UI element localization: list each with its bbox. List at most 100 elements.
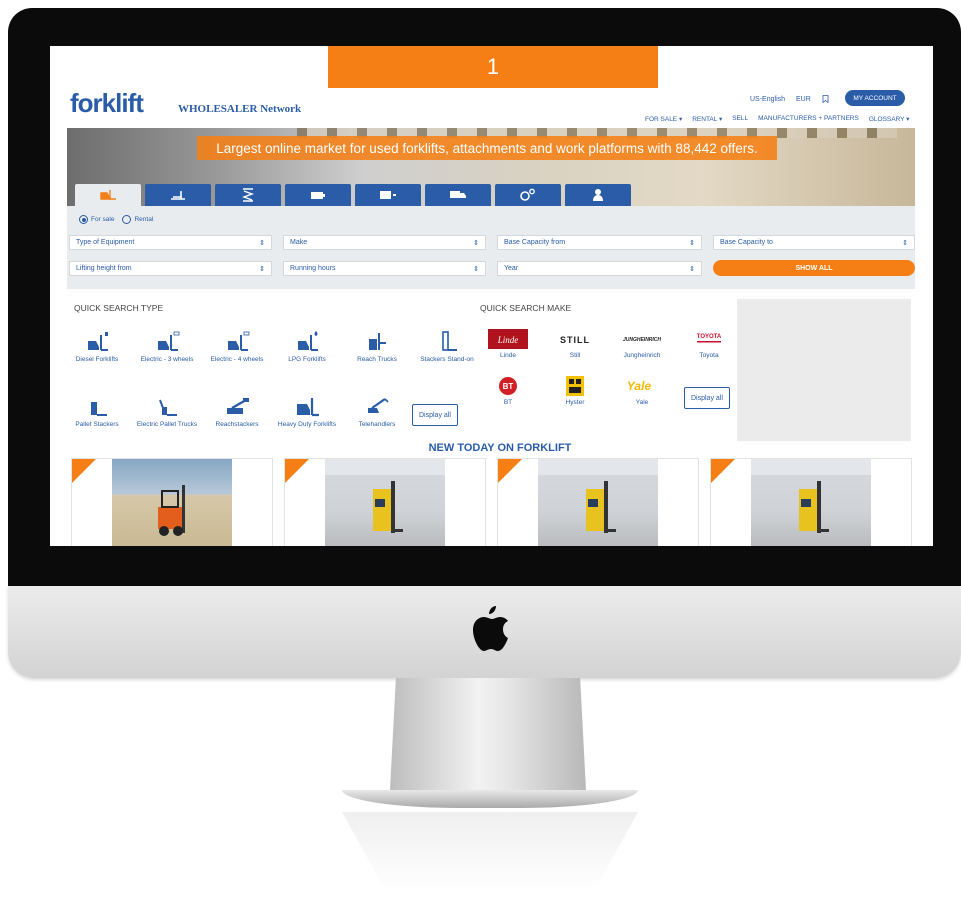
hyster-logo-icon (566, 376, 584, 396)
pallet-truck-icon (159, 399, 177, 416)
lpg-forklift-icon (298, 331, 318, 351)
listing-type-radios: For sale Rental (79, 215, 153, 224)
select-arrows-icon: ⇕ (259, 265, 265, 273)
qs-make-still[interactable]: STILL Still (540, 329, 610, 359)
diesel-forklift-icon (88, 332, 108, 351)
qs-make-label: Still (569, 352, 581, 359)
nav-sell[interactable]: SELL (732, 115, 748, 123)
qs-make-label: Hyster (565, 399, 585, 406)
electric-forklift-icon (228, 331, 250, 351)
site-logo[interactable]: forklift (70, 88, 144, 119)
lifting-height-select[interactable]: Lifting height from ⇕ (69, 261, 272, 276)
qs-make-linde[interactable]: Linde Linde (473, 329, 543, 359)
scissor-lift-icon (242, 188, 254, 202)
show-all-button[interactable]: SHOW ALL (713, 260, 915, 276)
tab-parts[interactable] (495, 184, 561, 206)
running-hours-select[interactable]: Running hours ⇕ (283, 261, 486, 276)
currency-link[interactable]: EUR (796, 96, 811, 103)
listing-card[interactable] (710, 458, 912, 546)
qs-type-label: Electric - 4 wheels (210, 356, 264, 363)
qs-type-electric-3[interactable]: Electric - 3 wheels (132, 331, 202, 363)
year-select[interactable]: Year ⇕ (497, 261, 702, 276)
qs-make-bt[interactable]: BT BT (473, 376, 543, 406)
heavy-forklift-icon (297, 398, 319, 417)
svg-text:TOYOTA: TOYOTA (697, 334, 722, 340)
listing-card[interactable] (284, 458, 486, 546)
qs-type-pallet-stackers[interactable]: Pallet Stackers (62, 396, 132, 428)
svg-text:Linde: Linde (497, 335, 519, 345)
screen: forklift WHOLESALER Network US-English E… (50, 46, 933, 546)
qs-type-diesel[interactable]: Diesel Forklifts (62, 331, 132, 363)
qs-type-reachstackers[interactable]: Reachstackers (202, 396, 272, 428)
listing-card[interactable] (71, 458, 273, 546)
main-nav: FOR SALE ▾ RENTAL ▾ SELL MANUFACTURERS +… (645, 115, 909, 123)
capacity-from-select[interactable]: Base Capacity from ⇕ (497, 235, 702, 250)
nav-manufacturers[interactable]: MANUFACTURERS + PARTNERS (758, 115, 859, 123)
listing-photo (751, 459, 871, 546)
qs-type-telehandlers[interactable]: Telehandlers (342, 396, 412, 428)
qs-make-yale[interactable]: Yale Yale (607, 376, 677, 406)
select-label: Running hours (290, 265, 336, 272)
tab-attachments[interactable] (355, 184, 421, 206)
language-link[interactable]: US-English (750, 96, 785, 103)
select-label: Base Capacity from (504, 239, 566, 246)
qs-type-reach-trucks[interactable]: Reach Trucks (342, 331, 412, 363)
radio-for-sale[interactable]: For sale (79, 215, 114, 224)
qs-type-electric-pallet-trucks[interactable]: Electric Pallet Trucks (132, 396, 202, 428)
qs-type-lpg[interactable]: LPG Forklifts (272, 331, 342, 363)
tab-trucks[interactable] (425, 184, 491, 206)
qs-type-stackers-stand-on[interactable]: Stackers Stand-on (412, 331, 482, 363)
type-of-equipment-select[interactable]: Type of Equipment ⇕ (69, 235, 272, 250)
new-today-heading: NEW TODAY ON FORKLIFT (428, 442, 572, 454)
site-logo-subtitle: WHOLESALER Network (178, 103, 302, 115)
qs-type-label: Telehandlers (358, 421, 396, 428)
qs-type-label: Reachstackers (215, 421, 259, 428)
tab-batteries[interactable] (285, 184, 351, 206)
my-account-button[interactable]: MY ACCOUNT (845, 90, 905, 106)
bt-logo-icon: BT (499, 377, 517, 395)
qs-type-label: LPG Forklifts (288, 356, 326, 363)
display-all-makes-button[interactable]: Display all (684, 387, 730, 409)
radio-unchecked-icon (122, 215, 132, 224)
qs-type-heavy-duty[interactable]: Heavy Duty Forklifts (272, 396, 342, 428)
capacity-to-select[interactable]: Base Capacity to ⇕ (713, 235, 915, 250)
linde-logo-icon: Linde (488, 329, 528, 349)
listing-photo (538, 459, 658, 546)
pallet-truck-icon (171, 191, 185, 200)
person-icon (593, 189, 603, 201)
tab-platforms[interactable] (215, 184, 281, 206)
display-all-types-button[interactable]: Display all (412, 404, 458, 426)
svg-text:Yale: Yale (627, 379, 652, 393)
monitor-stand-foot (342, 790, 638, 808)
truck-icon (450, 191, 466, 198)
select-arrows-icon: ⇕ (473, 239, 479, 247)
pallet-stacker-icon (91, 402, 107, 416)
new-ribbon (285, 459, 309, 485)
qs-make-hyster[interactable]: Hyster (540, 376, 610, 406)
qs-type-label: Stackers Stand-on (420, 356, 474, 363)
jungheinrich-logo-icon: JUNGHEINRICH (623, 337, 661, 343)
nav-glossary[interactable]: GLOSSARY ▾ (869, 115, 910, 123)
tab-warehouse[interactable] (145, 184, 211, 206)
radio-rental[interactable]: Rental (122, 215, 153, 224)
radio-rental-label: Rental (134, 216, 154, 224)
step-number-badge: 1 (328, 46, 658, 88)
nav-for-sale[interactable]: FOR SALE ▾ (645, 115, 682, 123)
quick-search-type-heading: QUICK SEARCH TYPE (74, 303, 164, 313)
qs-make-label: Toyota (699, 352, 719, 359)
qs-type-electric-4[interactable]: Electric - 4 wheels (202, 331, 272, 363)
nav-rental[interactable]: RENTAL ▾ (692, 115, 722, 123)
listing-card[interactable] (497, 458, 699, 546)
tab-services[interactable] (565, 184, 631, 206)
reachstacker-icon (227, 398, 249, 414)
select-label: Make (290, 239, 308, 246)
reach-truck-photo-icon (799, 481, 829, 533)
make-select[interactable]: Make ⇕ (283, 235, 486, 250)
qs-make-jungheinrich[interactable]: JUNGHEINRICH Jungheinrich (607, 329, 677, 359)
tab-forklifts[interactable] (75, 184, 141, 206)
bookmark-icon[interactable] (822, 95, 829, 103)
reach-truck-icon (369, 333, 386, 350)
top-links: US-English EUR (750, 95, 829, 103)
qs-make-toyota[interactable]: TOYOTA Toyota (674, 329, 744, 359)
telehandler-icon (368, 398, 389, 413)
